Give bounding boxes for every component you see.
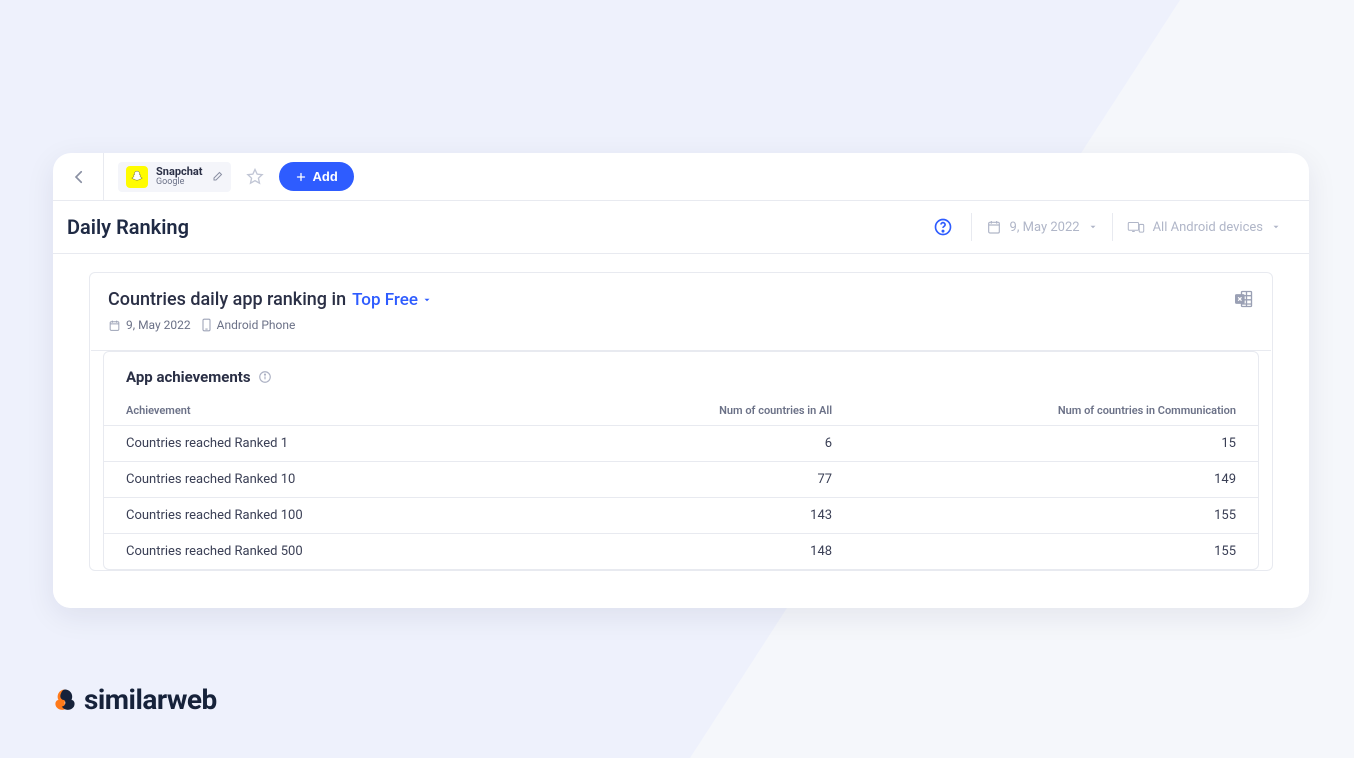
category-value: Top Free: [352, 290, 418, 310]
date-filter-value: 9, May 2022: [1010, 220, 1080, 235]
edit-icon[interactable]: [211, 171, 223, 183]
page-header: Daily Ranking 9, May 2022 All Android de…: [53, 201, 1309, 254]
calendar-icon: [108, 319, 121, 332]
panel-meta-date: 9, May 2022: [108, 318, 191, 332]
device-filter-value: All Android devices: [1153, 220, 1263, 235]
date-filter[interactable]: 9, May 2022: [971, 213, 1112, 241]
table-row: Countries reached Ranked 500 148 155: [104, 534, 1258, 570]
panel-meta-device: Android Phone: [201, 318, 296, 332]
divider: [103, 153, 104, 201]
table-row: Countries reached Ranked 1 6 15: [104, 426, 1258, 462]
info-icon[interactable]: [258, 370, 272, 384]
export-excel-button[interactable]: [1234, 289, 1254, 309]
col-all: Num of countries in All: [658, 396, 854, 426]
app-publisher: Google: [156, 178, 203, 188]
ranking-panel: Countries daily app ranking in Top Free …: [89, 272, 1273, 571]
achievements-title: App achievements: [126, 368, 251, 386]
app-name: Snapchat: [156, 166, 203, 178]
topbar: Snapchat Google Add: [53, 153, 1309, 201]
content-area: Countries daily app ranking in Top Free …: [53, 254, 1309, 608]
chevron-down-icon: [422, 295, 432, 305]
chevron-down-icon: [1088, 222, 1098, 232]
back-button[interactable]: [67, 165, 91, 189]
page-title: Daily Ranking: [67, 215, 189, 239]
brand-name: similarweb: [84, 683, 217, 716]
similarweb-icon: [52, 687, 78, 713]
panel-title-prefix: Countries daily app ranking in: [108, 289, 346, 310]
phone-icon: [201, 318, 212, 332]
achievements-table: Achievement Num of countries in All Num …: [104, 396, 1258, 569]
brand-logo: similarweb: [52, 683, 217, 716]
devices-icon: [1127, 219, 1145, 235]
add-button[interactable]: Add: [279, 162, 354, 191]
calendar-icon: [986, 219, 1002, 235]
add-button-label: Add: [313, 169, 338, 184]
help-icon[interactable]: [933, 217, 953, 237]
snapchat-icon: [126, 166, 148, 188]
category-dropdown[interactable]: Top Free: [352, 290, 432, 310]
col-communication: Num of countries in Communication: [854, 396, 1258, 426]
table-row: Countries reached Ranked 10 77 149: [104, 462, 1258, 498]
achievements-panel: App achievements Achievement Num of coun…: [91, 350, 1271, 570]
table-row: Countries reached Ranked 100 143 155: [104, 498, 1258, 534]
app-chip[interactable]: Snapchat Google: [118, 162, 231, 192]
main-card: Snapchat Google Add Daily Ranking 9, May…: [53, 153, 1309, 608]
col-achievement: Achievement: [104, 396, 658, 426]
chevron-down-icon: [1271, 222, 1281, 232]
favorite-button[interactable]: [245, 167, 265, 187]
device-filter[interactable]: All Android devices: [1112, 213, 1295, 241]
